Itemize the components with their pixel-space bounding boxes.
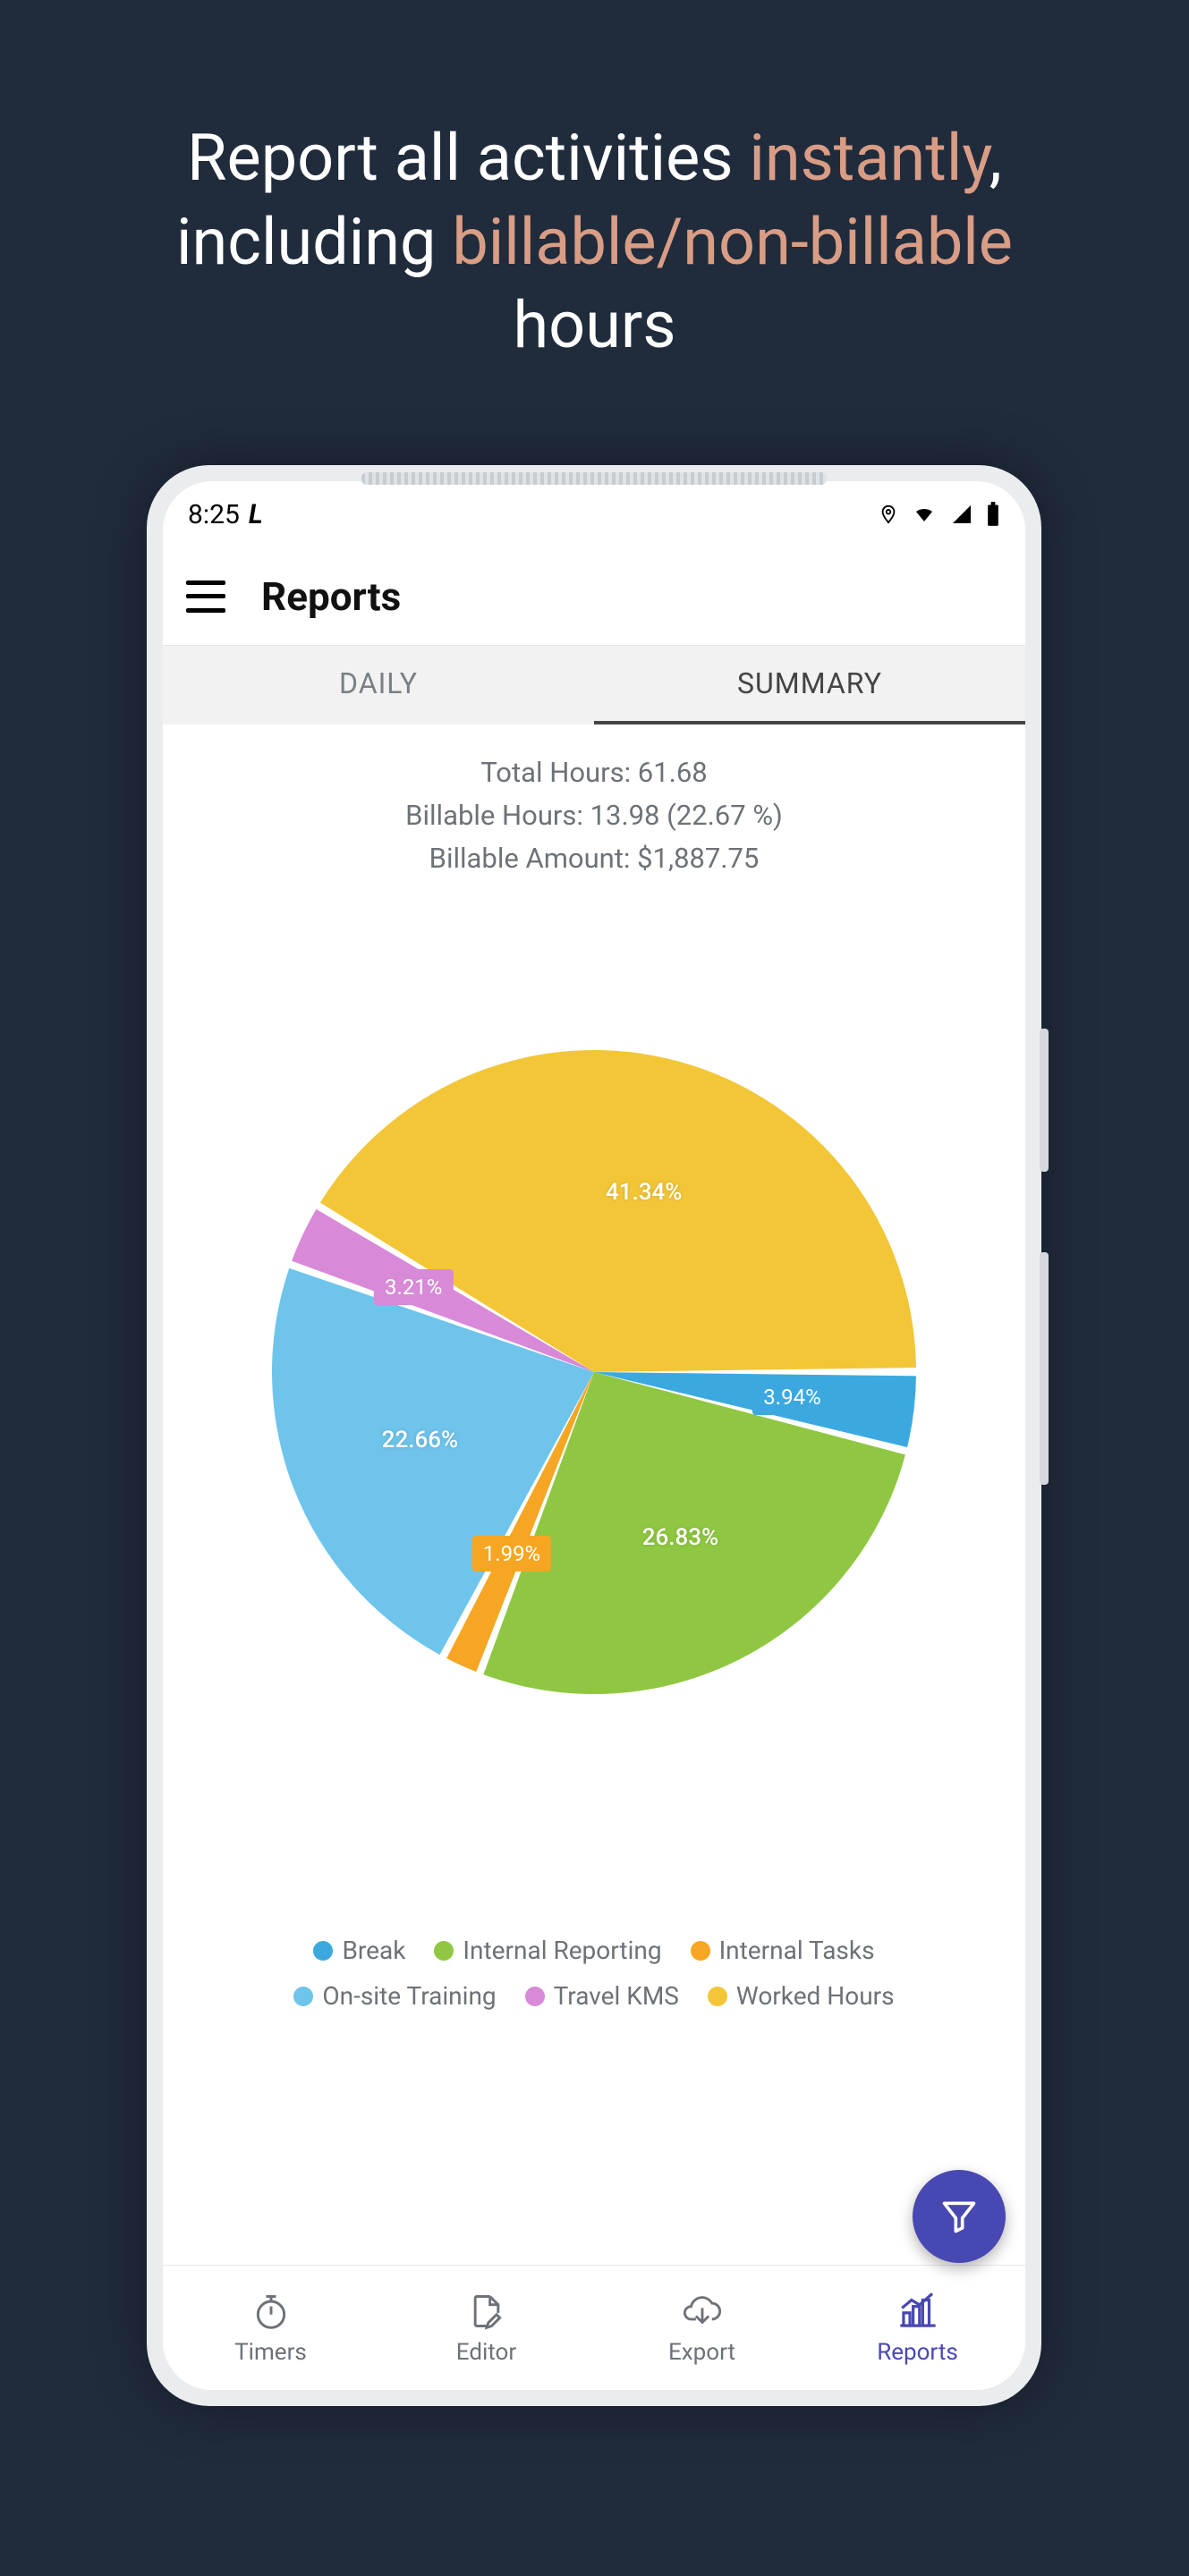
legend-item: Break <box>313 1936 405 1965</box>
content-area: Total Hours: 61.68 Billable Hours: 13.98… <box>163 724 1025 2265</box>
slice-label: 26.83% <box>642 1524 718 1551</box>
app-indicator-icon: L <box>249 499 263 530</box>
bottom-nav: Timers Editor Export <box>163 2265 1025 2390</box>
slice-label: 3.21% <box>374 1269 453 1305</box>
screen: 8:25 L Reports DAILY SUMMARY <box>163 481 1025 2390</box>
stat-billable-hours: Billable Hours: 13.98 (22.67 %) <box>405 794 783 837</box>
legend-dot <box>434 1941 454 1961</box>
legend-label: On-site Training <box>322 1981 496 2011</box>
location-icon <box>879 501 898 528</box>
nav-timers[interactable]: Timers <box>163 2266 378 2390</box>
nav-editor[interactable]: Editor <box>378 2266 594 2390</box>
slice-label: 22.66% <box>382 1427 458 1453</box>
status-bar: 8:25 L <box>163 481 1025 547</box>
legend-label: Internal Tasks <box>719 1936 875 1965</box>
phone-side-button <box>1040 1029 1049 1172</box>
stat-total-hours: Total Hours: 61.68 <box>405 751 783 794</box>
chart-icon <box>896 2292 940 2331</box>
nav-label: Timers <box>234 2339 307 2366</box>
nav-label: Reports <box>877 2339 958 2366</box>
status-time: 8:25 <box>188 499 240 530</box>
legend-item: On-site Training <box>293 1981 496 2011</box>
slice-label: 3.94% <box>752 1379 831 1415</box>
funnel-icon <box>939 2197 979 2236</box>
signal-icon <box>950 504 973 525</box>
app-bar: Reports <box>163 547 1025 646</box>
nav-label: Export <box>668 2339 735 2366</box>
wifi-icon <box>911 504 938 525</box>
phone-frame: 8:25 L Reports DAILY SUMMARY <box>147 465 1041 2406</box>
legend-item: Worked Hours <box>708 1981 895 2011</box>
document-edit-icon <box>467 2292 506 2331</box>
stopwatch-icon <box>251 2292 291 2331</box>
phone-speaker <box>361 472 827 485</box>
legend-label: Travel KMS <box>554 1981 679 2011</box>
menu-icon[interactable] <box>186 580 225 613</box>
pie-chart: 3.94% 26.83% 1.99% 22.66% 3.21% 41.34% <box>263 1041 925 1703</box>
app-title: Reports <box>261 573 401 620</box>
tab-daily[interactable]: DAILY <box>163 646 594 724</box>
promo-accent-2: billable/non-billable <box>452 204 1013 280</box>
legend-dot <box>313 1941 333 1961</box>
cloud-download-icon <box>680 2292 725 2331</box>
tab-summary[interactable]: SUMMARY <box>594 646 1025 724</box>
nav-export[interactable]: Export <box>594 2266 810 2390</box>
phone-side-button <box>1040 1252 1049 1485</box>
nav-reports[interactable]: Reports <box>810 2266 1025 2390</box>
filter-fab[interactable] <box>913 2170 1006 2263</box>
legend-dot <box>708 1987 727 2006</box>
stat-billable-amount: Billable Amount: $1,887.75 <box>405 837 783 880</box>
summary-stats: Total Hours: 61.68 Billable Hours: 13.98… <box>405 751 783 880</box>
promo-heading: Report all activities instantly, includi… <box>0 0 1189 368</box>
slice-label: 41.34% <box>606 1179 682 1206</box>
legend-label: Worked Hours <box>736 1981 895 2011</box>
promo-accent-1: instantly <box>749 120 989 196</box>
legend-dot <box>525 1987 545 2006</box>
promo-text-3: hours <box>514 287 676 363</box>
nav-label: Editor <box>456 2339 516 2366</box>
tabs: DAILY SUMMARY <box>163 646 1025 724</box>
legend-dot <box>293 1987 313 2006</box>
chart-legend: Break Internal Reporting Internal Tasks On-… <box>163 1936 1025 2011</box>
promo-text-1: Report all activities <box>187 120 749 196</box>
legend-label: Internal Reporting <box>463 1936 661 1965</box>
legend-item: Internal Tasks <box>691 1936 875 1965</box>
legend-item: Travel KMS <box>525 1981 679 2011</box>
battery-icon <box>986 502 1000 527</box>
slice-label: 1.99% <box>472 1536 551 1572</box>
legend-dot <box>691 1941 710 1961</box>
legend-label: Break <box>342 1936 405 1965</box>
legend-item: Internal Reporting <box>434 1936 661 1965</box>
